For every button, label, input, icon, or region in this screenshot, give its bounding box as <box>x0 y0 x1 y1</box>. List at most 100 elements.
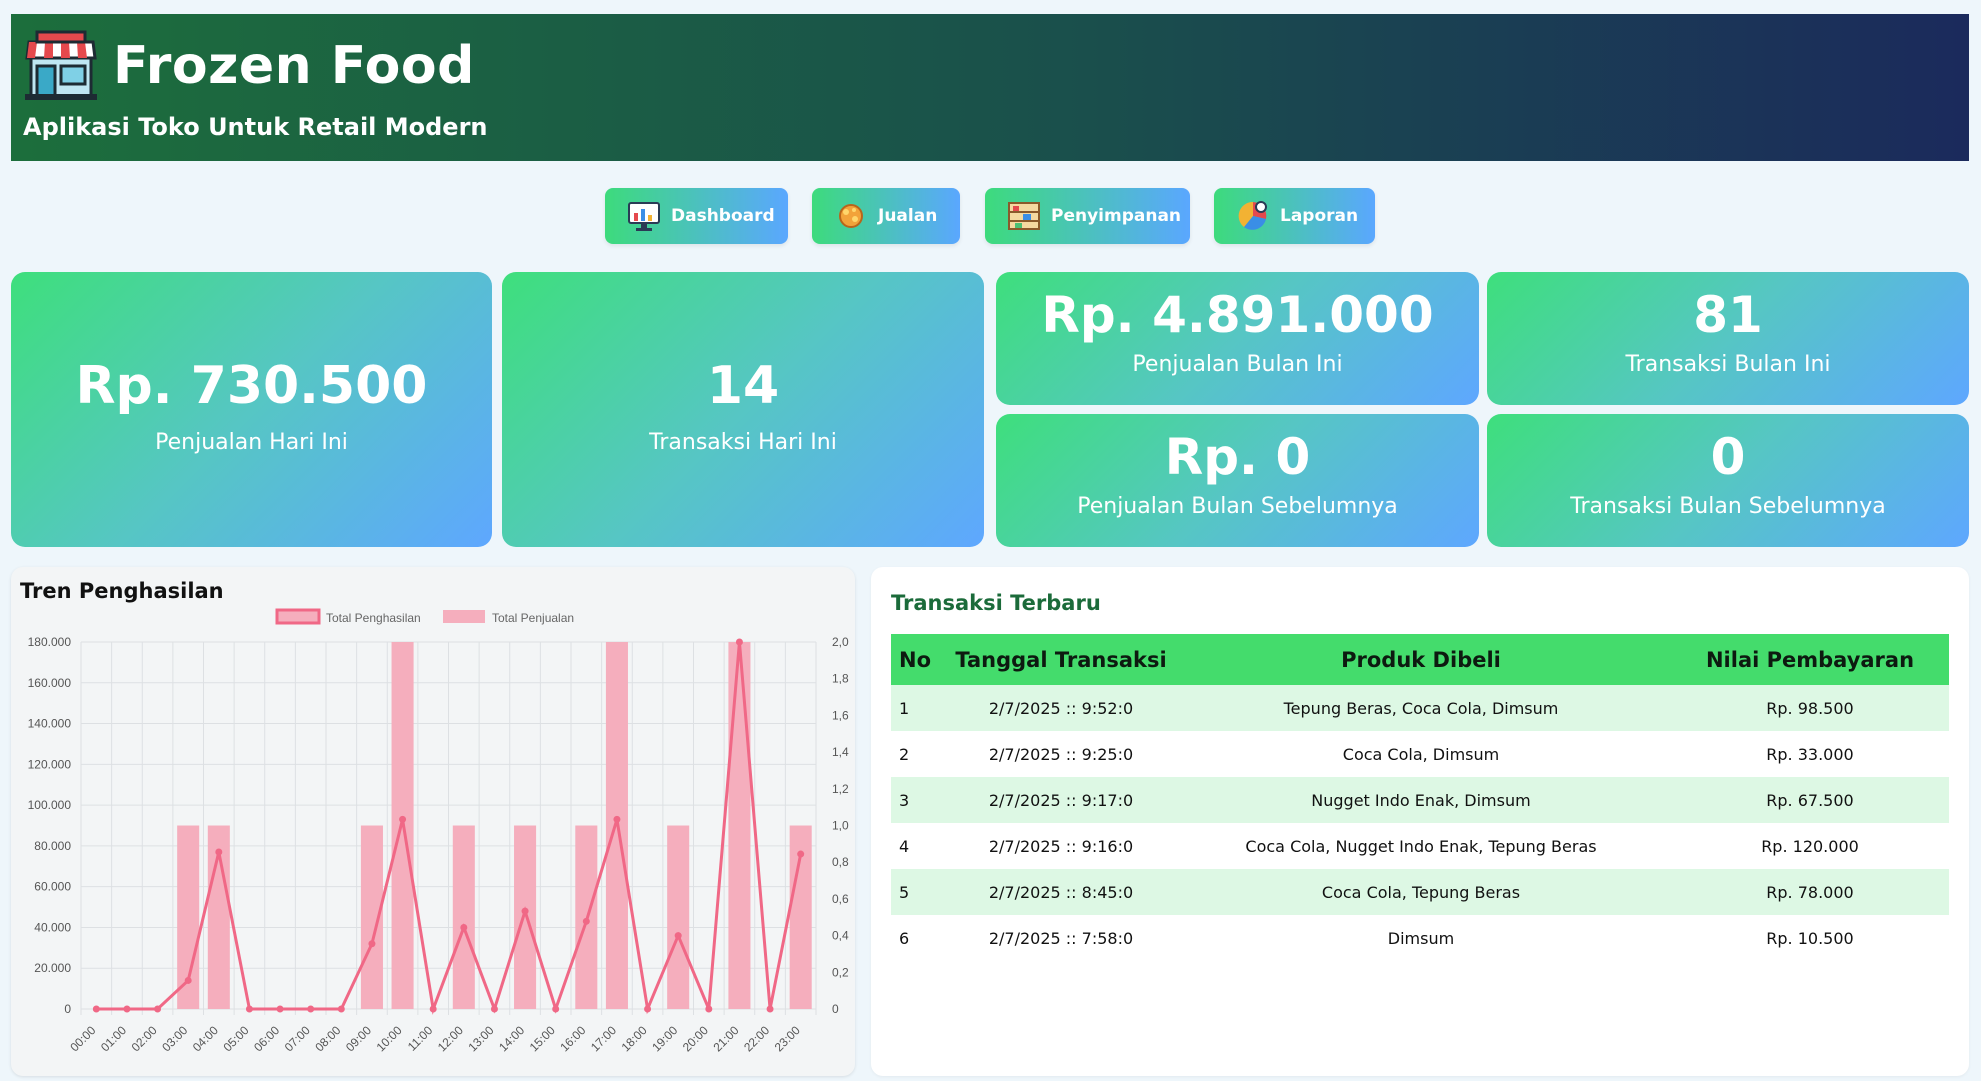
x-tick-label: 08:00 <box>312 1023 343 1054</box>
cell-date: 2/7/2025 :: 9:16:0 <box>988 836 1134 856</box>
y-left-tick-label: 160.000 <box>28 676 72 690</box>
cell-products: Coca Cola, Nugget Indo Enak, Tepung Bera… <box>1245 836 1597 856</box>
y-left-tick-label: 180.000 <box>28 635 72 649</box>
cell-date: 2/7/2025 :: 7:58:0 <box>988 928 1134 948</box>
table-row[interactable]: 4 2/7/2025 :: 9:16:0 Coca Cola, Nugget I… <box>891 823 1949 869</box>
cell-amount: Rp. 10.500 <box>1766 928 1854 948</box>
cell-products: Coca Cola, Tepung Beras <box>1171 869 1671 915</box>
x-tick-label: 17:00 <box>588 1023 619 1054</box>
data-point <box>307 1005 315 1013</box>
cell-date: 2/7/2025 :: 8:45:0 <box>951 869 1171 915</box>
y-left-tick-label: 80.000 <box>34 839 71 853</box>
nav-dashboard-button[interactable]: Dashboard <box>605 188 788 244</box>
revenue-trend-panel: Tren Penghasilan 180.000 160.000 140.000 12… <box>11 567 855 1076</box>
stat-card-sales-previous-month: Rp. 0 Penjualan Bulan Sebelumnya <box>996 414 1479 547</box>
y-left-tick-label: 100.000 <box>28 798 72 812</box>
cell-date: 2/7/2025 :: 9:52:0 <box>951 685 1171 731</box>
stat-value: 0 <box>1710 428 1746 486</box>
table-row[interactable]: 3 2/7/2025 :: 9:17:0 Nugget Indo Enak, D… <box>891 777 1949 823</box>
nav-penyimpanan-label: Penyimpanan <box>1051 206 1182 226</box>
stat-label: Transaksi Hari Ini <box>649 430 837 455</box>
data-point <box>429 1005 437 1013</box>
cell-date: 2/7/2025 :: 9:17:0 <box>951 777 1171 823</box>
x-tick-label: 06:00 <box>251 1023 282 1054</box>
legend-swatch <box>275 608 321 625</box>
y-right-tick-label: 0,4 <box>832 929 849 943</box>
x-tick-label: 12:00 <box>435 1023 466 1054</box>
y-right-tick-label: 0,6 <box>832 892 849 906</box>
dashboard-icon <box>628 202 660 231</box>
x-tick-label: 01:00 <box>98 1023 129 1054</box>
nav-jualan-label: Jualan <box>878 206 938 226</box>
data-point <box>613 815 621 823</box>
y-left-tick-label: 20.000 <box>34 961 71 975</box>
data-point <box>552 1005 560 1013</box>
y-left-tick-label: 140.000 <box>28 717 72 731</box>
table-row[interactable]: 5 2/7/2025 :: 8:45:0 Coca Cola, Tepung B… <box>891 869 1949 915</box>
data-point <box>92 1005 100 1013</box>
x-tick-label: 15:00 <box>527 1023 558 1054</box>
data-point <box>644 1005 652 1013</box>
header-amount: Nilai Pembayaran <box>1671 634 1949 685</box>
stat-label: Transaksi Bulan Sebelumnya <box>1570 494 1886 519</box>
stat-card-transactions-month: 81 Transaksi Bulan Ini <box>1487 272 1969 405</box>
table-row[interactable]: 6 2/7/2025 :: 7:58:0 Dimsum Rp. 10.500 <box>891 915 1949 961</box>
transactions-table: No Tanggal Transaksi Produk Dibeli Nilai… <box>891 634 1949 961</box>
sales-icon <box>839 204 863 228</box>
x-tick-label: 18:00 <box>619 1023 650 1054</box>
y-left-tick-label: 40.000 <box>34 920 71 934</box>
stat-value: 81 <box>1693 286 1763 344</box>
data-point <box>123 1005 131 1013</box>
table-row[interactable]: 1 2/7/2025 :: 9:52:0 Tepung Beras, Coca … <box>891 685 1949 731</box>
nav-jualan-button[interactable]: Jualan <box>812 188 960 244</box>
data-point <box>460 923 468 931</box>
x-tick-label: 07:00 <box>282 1023 313 1054</box>
x-tick-label: 16:00 <box>557 1023 588 1054</box>
x-tick-label: 14:00 <box>496 1023 527 1054</box>
table-row[interactable]: 2 2/7/2025 :: 9:25:0 Coca Cola, Dimsum R… <box>891 731 1949 777</box>
nav-penyimpanan-button[interactable]: Penyimpanan <box>985 188 1190 244</box>
data-point <box>705 1005 713 1013</box>
stat-card-transactions-previous-month: 0 Transaksi Bulan Sebelumnya <box>1487 414 1969 547</box>
cell-no: 3 <box>891 777 951 823</box>
table-header-row: No Tanggal Transaksi Produk Dibeli Nilai… <box>891 634 1949 685</box>
x-tick-label: 22:00 <box>741 1023 772 1054</box>
cell-amount: Rp. 98.500 <box>1671 685 1949 731</box>
x-tick-label: 04:00 <box>190 1023 221 1054</box>
y-left-tick-label: 0 <box>64 1002 71 1016</box>
data-point <box>797 850 805 858</box>
stat-label: Penjualan Hari Ini <box>155 430 348 455</box>
header-products: Produk Dibeli <box>1171 634 1671 685</box>
stat-card-sales-month: Rp. 4.891.000 Penjualan Bulan Ini <box>996 272 1479 405</box>
cell-amount: Rp. 78.000 <box>1671 869 1949 915</box>
header-date: Tanggal Transaksi <box>951 634 1171 685</box>
data-point <box>674 932 682 940</box>
x-tick-label: 03:00 <box>159 1023 190 1054</box>
cell-products: Coca Cola, Dimsum <box>1342 744 1500 764</box>
y-right-tick-label: 1,0 <box>832 819 849 833</box>
x-tick-label: 21:00 <box>710 1023 741 1054</box>
cell-products: Nugget Indo Enak, Dimsum <box>1171 777 1671 823</box>
stat-value: Rp. 730.500 <box>75 356 428 416</box>
cell-date: 2/7/2025 :: 9:25:0 <box>988 744 1134 764</box>
legend-label: Total Penghasilan <box>326 611 421 625</box>
data-point <box>521 907 529 915</box>
x-tick-label: 19:00 <box>649 1023 680 1054</box>
store-icon <box>25 30 97 100</box>
revenue-trend-chart: 180.000 160.000 140.000 120.000 100.000 80.00… <box>28 608 849 1054</box>
cell-no: 2 <box>899 744 910 764</box>
stat-value: Rp. 4.891.000 <box>1041 286 1434 344</box>
data-point <box>735 638 743 646</box>
stat-label: Penjualan Bulan Ini <box>1132 352 1343 377</box>
y-right-tick-label: 0 <box>832 1002 839 1016</box>
y-right-tick-label: 1,4 <box>832 745 849 759</box>
data-point <box>490 1005 498 1013</box>
cell-no: 4 <box>899 836 910 856</box>
y-right-tick-label: 2,0 <box>832 635 849 649</box>
stat-card-transactions-today: 14 Transaksi Hari Ini <box>502 272 984 547</box>
cell-products: Tepung Beras, Coca Cola, Dimsum <box>1171 685 1671 731</box>
data-point <box>368 940 376 948</box>
nav-laporan-label: Laporan <box>1280 206 1359 226</box>
nav-laporan-button[interactable]: Laporan <box>1214 188 1375 244</box>
stat-label: Transaksi Bulan Ini <box>1625 352 1831 377</box>
